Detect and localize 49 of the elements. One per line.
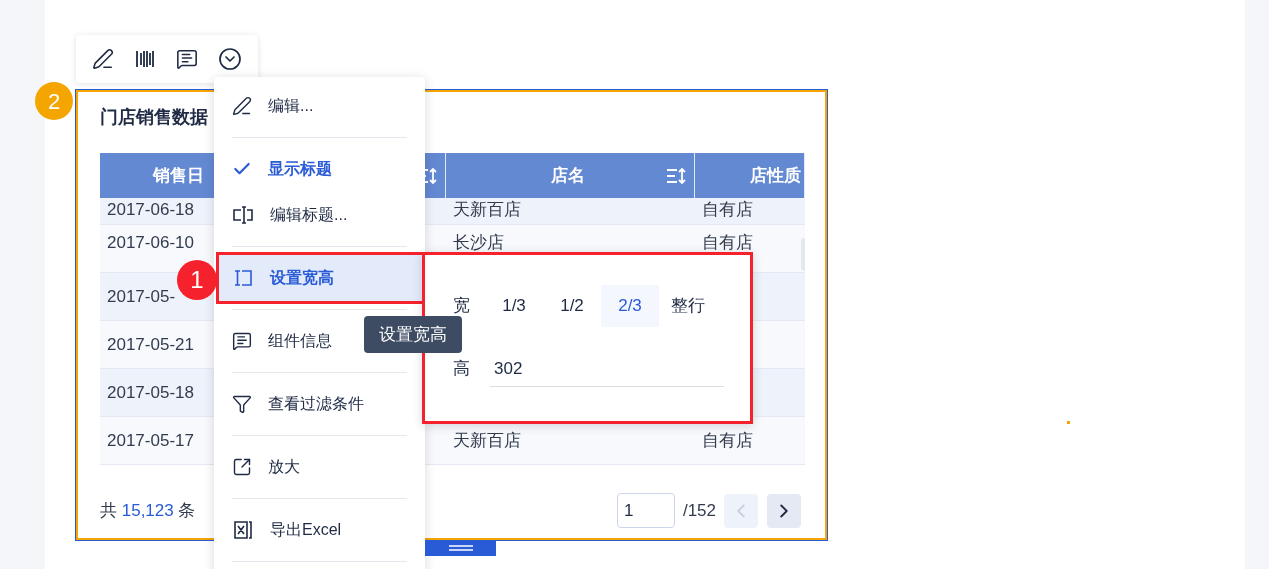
pencil-icon [232,96,252,116]
step-badge: 2 [35,82,73,120]
height-input[interactable]: 302 [490,351,724,387]
menu-item-label: 组件信息 [268,331,332,351]
table-cell: 2017-05-21 [107,334,194,354]
resize-handle[interactable] [425,540,496,556]
table-cell: 2017-06-10 [107,233,194,252]
table-cell: 天新百店 [453,199,521,219]
table-cell: 天新百店 [453,430,521,450]
grip-icon [448,545,473,551]
table-cell: 2017-06-18 [107,199,194,219]
expand-icon [232,457,252,477]
width-option[interactable]: 1/2 [543,285,601,327]
width-option[interactable]: 1/3 [485,285,543,327]
width-option[interactable]: 2/3 [601,285,659,327]
width-label: 宽 [453,295,471,318]
menu-item[interactable]: 设置宽高 [216,255,423,301]
text-cursor-icon [232,204,254,226]
menu-item-label: 导出Excel [270,520,342,540]
bars-icon[interactable] [134,48,156,70]
pencil-icon[interactable] [92,48,114,70]
tooltip: 设置宽高 [364,316,462,353]
menu-item-label: 放大 [268,457,300,477]
table-cell: 2017-05-17 [107,430,194,450]
menu-item-label: 显示标题 [268,159,332,179]
table-cell: 自有店 [702,430,753,450]
table-cell: 自有店 [702,199,753,219]
page-input[interactable]: 1 [616,493,675,528]
table-cell: 长沙店 [453,233,504,252]
menu-item-label: 编辑标题... [270,205,348,225]
size-icon [232,267,254,289]
table-cell: 2017-05-18 [107,382,194,402]
next-page-button[interactable] [767,493,801,528]
widget-title: 门店销售数据 [100,106,208,129]
message-icon [232,331,252,351]
menu-item-label: 设置宽高 [270,268,334,288]
spreadsheet-icon [232,519,254,541]
height-label: 高 [453,358,471,381]
width-option[interactable]: 整行 [659,285,717,327]
funnel-icon [232,394,252,414]
sort-icon[interactable] [666,166,686,185]
message-icon[interactable] [176,48,198,70]
record-count: 共 15,123 条 [100,499,196,522]
chevron-circle-icon[interactable] [218,47,242,71]
menu-item-label: 查看过滤条件 [268,394,364,414]
table-cell: 自有店 [702,233,753,252]
page-total: /152 [682,499,716,522]
table-cell: 2017-05- [107,286,176,306]
menu-item-label: 编辑... [268,96,314,116]
